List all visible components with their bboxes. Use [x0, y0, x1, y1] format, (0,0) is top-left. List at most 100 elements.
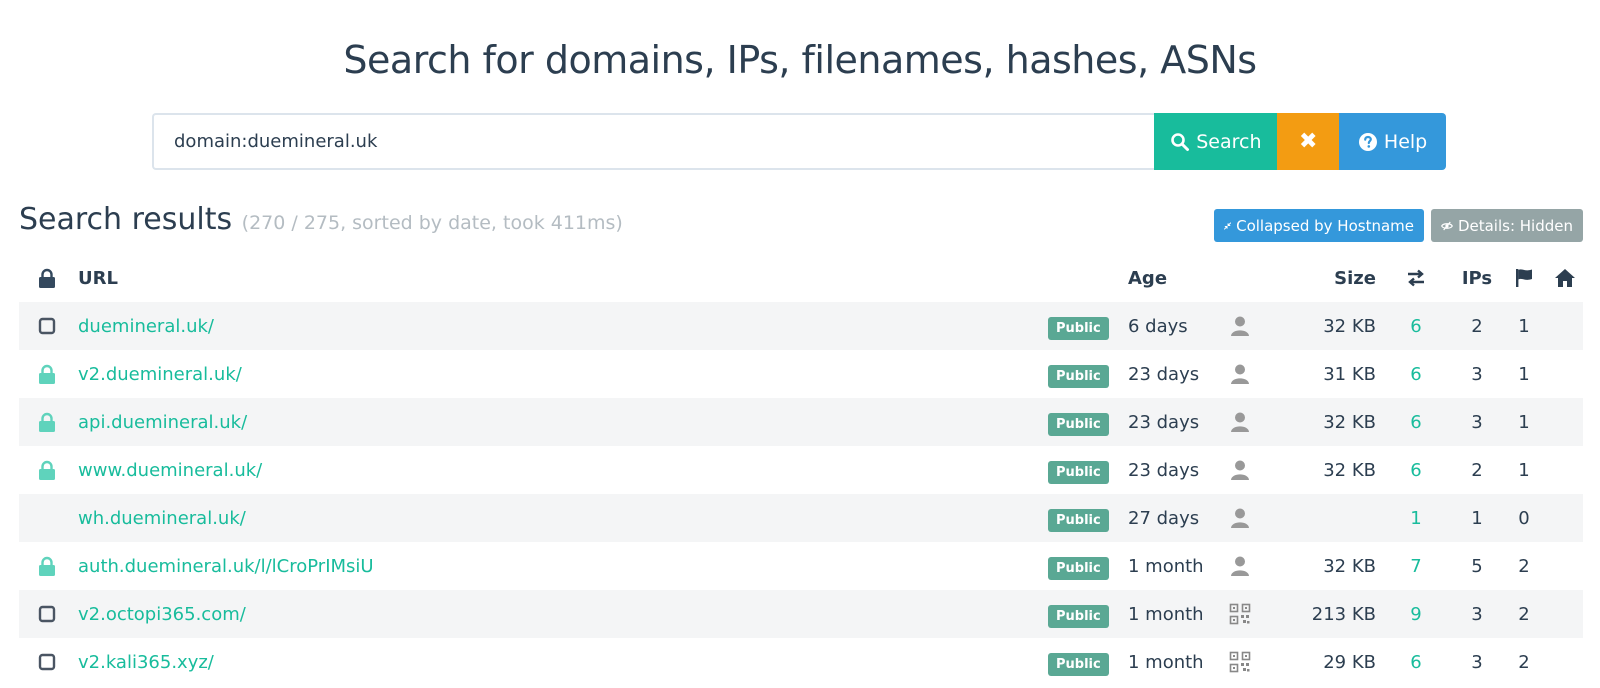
search-input[interactable] — [152, 113, 1155, 170]
user-icon — [1227, 350, 1253, 398]
details-toggle-button[interactable]: Details: Hidden — [1431, 209, 1583, 242]
help-button-label: Help — [1383, 130, 1428, 153]
result-url-link[interactable]: api.duemineral.uk/ — [78, 412, 247, 433]
result-ips: 1 — [1471, 507, 1483, 529]
column-header-url[interactable]: URL — [78, 254, 118, 302]
collapse-by-hostname-label: Collapsed by Hostname — [1236, 216, 1414, 235]
result-size: 213 KB — [1311, 603, 1376, 625]
visibility-badge: Public — [1048, 364, 1109, 388]
result-ips: 2 — [1471, 459, 1483, 481]
flag-icon[interactable] — [1511, 254, 1537, 302]
empty-icon-slot — [36, 494, 58, 542]
result-redirects[interactable]: 6 — [1410, 412, 1421, 433]
result-redirects[interactable]: 6 — [1410, 460, 1421, 481]
result-age: 1 month — [1128, 603, 1204, 625]
result-age: 23 days — [1128, 411, 1200, 433]
result-url-link[interactable]: auth.duemineral.uk/l/lCroPrIMsiU — [78, 556, 374, 577]
result-redirects[interactable]: 9 — [1410, 604, 1421, 625]
result-countries: 0 — [1518, 507, 1530, 529]
qrcode-icon — [1227, 590, 1253, 638]
result-countries: 2 — [1518, 603, 1530, 625]
result-url-link[interactable]: v2.duemineral.uk/ — [78, 364, 242, 385]
result-redirects[interactable]: 7 — [1410, 556, 1421, 577]
lock-icon — [36, 254, 58, 302]
result-size: 32 KB — [1323, 459, 1376, 481]
lock-icon — [36, 446, 58, 494]
result-redirects[interactable]: 6 — [1410, 364, 1421, 385]
visibility-badge: Public — [1048, 556, 1109, 580]
lock-icon — [36, 398, 58, 446]
user-icon — [1227, 494, 1253, 542]
visibility-badge: Public — [1048, 316, 1109, 340]
search-button-label: Search — [1196, 130, 1262, 153]
column-header-ips[interactable]: IPs — [1462, 254, 1492, 302]
search-button[interactable]: Search — [1154, 113, 1278, 170]
lock-icon — [36, 350, 58, 398]
close-icon: ✖ — [1299, 129, 1318, 154]
result-ips: 3 — [1471, 411, 1483, 433]
result-age: 27 days — [1128, 507, 1200, 529]
result-ips: 3 — [1471, 363, 1483, 385]
table-header: URL Age Size IPs — [19, 254, 1583, 302]
result-size: 32 KB — [1323, 555, 1376, 577]
checkbox-icon[interactable] — [36, 638, 58, 686]
column-header-size[interactable]: Size — [1259, 254, 1376, 302]
result-countries: 2 — [1518, 651, 1530, 673]
visibility-badge: Public — [1048, 652, 1109, 676]
result-url-link[interactable]: www.duemineral.uk/ — [78, 460, 262, 481]
clear-button[interactable]: ✖ — [1277, 113, 1340, 170]
checkbox-icon[interactable] — [36, 302, 58, 350]
home-icon[interactable] — [1552, 254, 1578, 302]
help-button[interactable]: Help — [1339, 113, 1446, 170]
result-countries: 1 — [1518, 411, 1530, 433]
result-redirects[interactable]: 1 — [1410, 508, 1421, 529]
result-redirects[interactable]: 6 — [1410, 652, 1421, 673]
result-ips: 5 — [1471, 555, 1483, 577]
column-header-age[interactable]: Age — [1128, 254, 1167, 302]
result-age: 23 days — [1128, 363, 1200, 385]
eye-slash-icon — [1441, 221, 1453, 230]
visibility-badge: Public — [1048, 604, 1109, 628]
table-row[interactable]: v2.duemineral.uk/Public 23 days 31 KB 6 3 1 — [19, 350, 1583, 398]
result-url-link[interactable]: duemineral.uk/ — [78, 316, 214, 337]
table-row[interactable]: auth.duemineral.uk/l/lCroPrIMsiU Public 1 … — [19, 542, 1583, 590]
visibility-badge: Public — [1048, 412, 1109, 436]
details-toggle-label: Details: Hidden — [1457, 216, 1573, 235]
result-url-link[interactable]: v2.octopi365.com/ — [78, 604, 246, 625]
collapse-by-hostname-button[interactable]: Collapsed by Hostname — [1214, 209, 1424, 242]
search-bar: Search ✖ Help — [152, 113, 1446, 170]
result-size: 31 KB — [1323, 363, 1376, 385]
result-ips: 3 — [1471, 603, 1483, 625]
qrcode-icon — [1227, 638, 1253, 686]
results-title: Search results — [19, 202, 233, 237]
visibility-badge: Public — [1048, 508, 1109, 532]
result-countries: 1 — [1518, 363, 1530, 385]
table-row[interactable]: api.duemineral.uk/Public 23 days 32 KB 6 3 1 — [19, 398, 1583, 446]
result-url-link[interactable]: v2.kali365.xyz/ — [78, 652, 214, 673]
checkbox-icon[interactable] — [36, 590, 58, 638]
result-url-link[interactable]: wh.duemineral.uk/ — [78, 508, 246, 529]
result-size: 29 KB — [1323, 651, 1376, 673]
result-age: 1 month — [1128, 555, 1204, 577]
table-body: duemineral.uk/Public 6 days 32 KB 6 2 1 v2.due… — [19, 302, 1583, 686]
table-row[interactable]: wh.duemineral.uk/Public 27 days 1 1 0 — [19, 494, 1583, 542]
results-meta: (270 / 275, sorted by date, took 411ms) — [241, 212, 623, 234]
table-row[interactable]: v2.octopi365.com/Public 1 month 213 KB 9 3 2 — [19, 590, 1583, 638]
user-icon — [1227, 446, 1253, 494]
user-icon — [1227, 302, 1253, 350]
compress-icon — [1224, 221, 1232, 230]
user-icon — [1227, 398, 1253, 446]
result-countries: 1 — [1518, 315, 1530, 337]
table-row[interactable]: duemineral.uk/Public 6 days 32 KB 6 2 1 — [19, 302, 1583, 350]
search-icon — [1171, 132, 1190, 151]
result-countries: 2 — [1518, 555, 1530, 577]
result-age: 23 days — [1128, 459, 1200, 481]
table-row[interactable]: v2.kali365.xyz/Public 1 month 29 KB 6 3 2 — [19, 638, 1583, 686]
page-title: Search for domains, IPs, filenames, hash… — [343, 38, 1257, 82]
user-icon — [1227, 542, 1253, 590]
lock-icon — [36, 542, 58, 590]
result-redirects[interactable]: 6 — [1410, 316, 1421, 337]
exchange-icon[interactable] — [1401, 254, 1431, 302]
result-ips: 2 — [1471, 315, 1483, 337]
table-row[interactable]: www.duemineral.uk/Public 23 days 32 KB 6 2 1 — [19, 446, 1583, 494]
